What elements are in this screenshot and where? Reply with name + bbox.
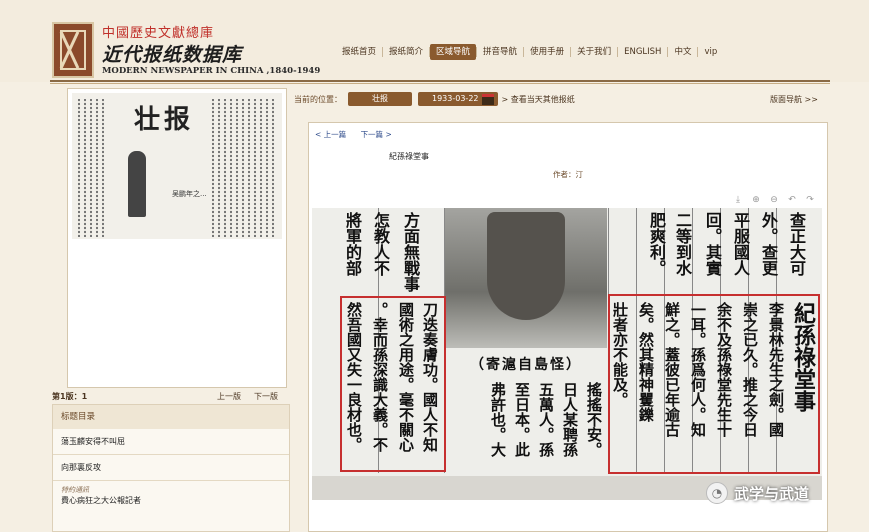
nav-chinese[interactable]: 中文 <box>668 44 697 60</box>
site-name-big: 近代报纸数据库 <box>102 44 243 66</box>
page-bar: 第1版：1 上一版 下一版 <box>50 391 288 403</box>
scan-photo-caption: （寄滬自島怪） <box>445 350 607 380</box>
author-label: 作者： <box>553 170 576 179</box>
nav-pinyin[interactable]: 拼音导航 <box>477 44 523 60</box>
page-thumbnail[interactable]: 壮报 吴鹏年之... <box>67 88 287 388</box>
nav-about[interactable]: 关于我们 <box>571 44 617 60</box>
article-pager: < 上一篇 下一篇 > <box>315 129 404 140</box>
site-name-small: 中國歷史文獻總庫 <box>102 26 215 41</box>
nav-region[interactable]: 区域导航 <box>430 44 477 60</box>
nav-vip[interactable]: vip <box>698 44 723 60</box>
main-nav: 报纸首页 报纸简介 区域导航 拼音导航 使用手册 关于我们 ENGLISH 中文… <box>336 44 723 60</box>
nav-english[interactable]: ENGLISH <box>618 44 667 60</box>
newspaper-thumbnail-image: 壮报 吴鹏年之... <box>72 93 282 239</box>
highlight-underline <box>608 472 820 474</box>
watermark: ◔ 武学与武道 <box>706 482 809 504</box>
next-page-link[interactable]: 下一版 <box>254 391 278 402</box>
layout-nav-link[interactable]: 版面导航 >> <box>770 94 818 105</box>
site-header: 中國歷史文獻總庫 近代报纸数据库 MODERN NEWSPAPER IN CHI… <box>0 0 869 82</box>
date-selector[interactable]: 1933-03-22 <box>418 92 498 106</box>
nav-manual[interactable]: 使用手册 <box>524 44 570 60</box>
zoom-out-icon[interactable]: ⊖ <box>765 195 783 205</box>
prev-page-link[interactable]: 上一版 <box>217 391 241 402</box>
toc-item-title: 費心病狂之大公報記者 <box>61 496 141 505</box>
next-article-link[interactable]: 下一篇 > <box>361 130 392 139</box>
date-value: 1933-03-22 <box>432 94 479 103</box>
scan-photo <box>445 208 607 348</box>
article-title: 紀孫祿堂事 <box>389 152 429 161</box>
zoom-in-icon[interactable]: ⊕ <box>747 195 765 205</box>
image-toolbar: ⤓ ⊕ ⊖ ↶ ↷ <box>729 195 819 205</box>
toc-panel: 标题目录 蕩玉麟安得不叫屈 向那裏反攻 特約通訊 費心病狂之大公報記者 <box>52 404 290 532</box>
prev-article-link[interactable]: < 上一篇 <box>315 130 346 139</box>
rotate-right-icon[interactable]: ↷ <box>801 195 819 205</box>
thumbnail-portrait <box>128 151 146 217</box>
rotate-left-icon[interactable]: ↶ <box>783 195 801 205</box>
nav-home[interactable]: 报纸首页 <box>336 44 382 60</box>
site-logo[interactable] <box>52 22 94 78</box>
page-label: 第1版：1 <box>52 392 88 401</box>
thumbnail-caption: 吴鹏年之... <box>172 190 207 198</box>
toc-item-tag: 特約通訊 <box>61 486 89 494</box>
header-divider-thin <box>50 83 830 84</box>
author-value: 汀 <box>575 170 584 179</box>
toc-item[interactable]: 蕩玉麟安得不叫屈 <box>53 429 289 455</box>
header-divider <box>50 80 830 82</box>
scan-headline: 紀孫祿堂事 <box>790 302 816 412</box>
location-label: 当前的位置： <box>294 94 342 104</box>
location-bar: 当前的位置： 壮报 1933-03-22 > 查看当天其他报纸 <box>294 92 575 106</box>
site-name-english: MODERN NEWSPAPER IN CHINA ,1840-1949 <box>102 66 321 76</box>
toc-item[interactable]: 特約通訊 費心病狂之大公報記者 <box>53 481 289 510</box>
other-papers-label: 查看当天其他报纸 <box>510 94 575 104</box>
watermark-text: 武学与武道 <box>734 484 810 503</box>
article-author: 作者：汀 <box>553 169 583 180</box>
download-icon[interactable]: ⤓ <box>729 195 747 205</box>
wechat-icon: ◔ <box>706 482 728 504</box>
nav-intro[interactable]: 报纸简介 <box>383 44 429 60</box>
thumbnail-masthead: 壮报 <box>134 105 195 135</box>
paper-selector[interactable]: 壮报 <box>348 92 412 106</box>
toc-header: 标题目录 <box>53 405 289 429</box>
other-papers-link[interactable]: > 查看当天其他报纸 <box>502 94 575 105</box>
calendar-icon[interactable] <box>481 93 494 105</box>
article-scan-image[interactable]: 將軍的部 怎教人不 方面無戰事 肥爽利。 二等到水 回。其實 平服國人 外。查更… <box>312 208 822 500</box>
toc-item[interactable]: 向那裏反攻 <box>53 455 289 481</box>
